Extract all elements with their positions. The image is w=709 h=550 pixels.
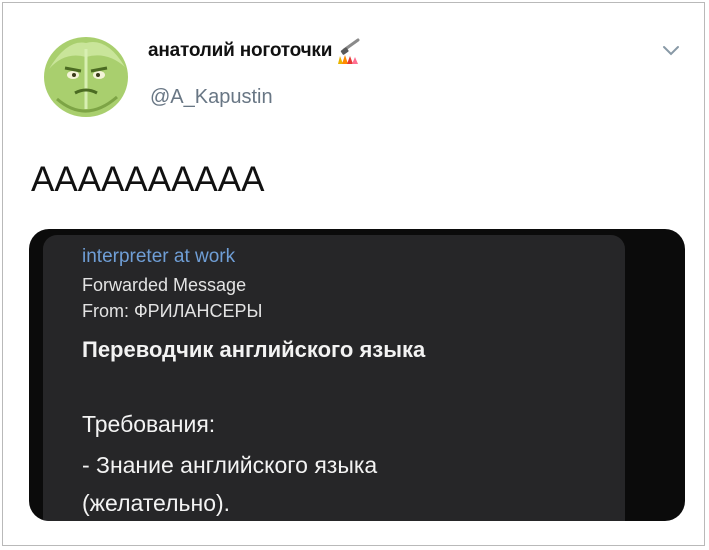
message-bubble: interpreter at work Forwarded Message Fr… [43, 235, 625, 521]
chevron-down-icon[interactable] [662, 43, 680, 57]
tweet-card: анатолий ноготочки @A_Kapustin AAAAAAAAA… [2, 2, 705, 546]
forwarded-label: Forwarded Message [82, 275, 247, 295]
requirements-title: Требования: [82, 411, 216, 437]
user-handle[interactable]: @A_Kapustin [150, 86, 273, 109]
requirement-line: (желательно). [82, 490, 231, 516]
forwarded-from: From: ФРИЛАНСЕРЫ [82, 301, 263, 321]
display-name[interactable]: анатолий ноготочки [148, 40, 332, 62]
job-headline: Переводчик английского языка [82, 337, 426, 362]
requirement-line: - Знание английского языка [82, 452, 378, 478]
channel-name: interpreter at work [82, 246, 236, 267]
name-row: анатолий ноготочки [148, 36, 364, 66]
tweet-text: AAAAAAAAAA [31, 160, 265, 199]
cabbage-avatar-icon[interactable] [37, 29, 135, 121]
tweet-media-image[interactable]: interpreter at work Forwarded Message Fr… [29, 229, 685, 521]
nail-polish-emoji-icon [338, 38, 360, 64]
